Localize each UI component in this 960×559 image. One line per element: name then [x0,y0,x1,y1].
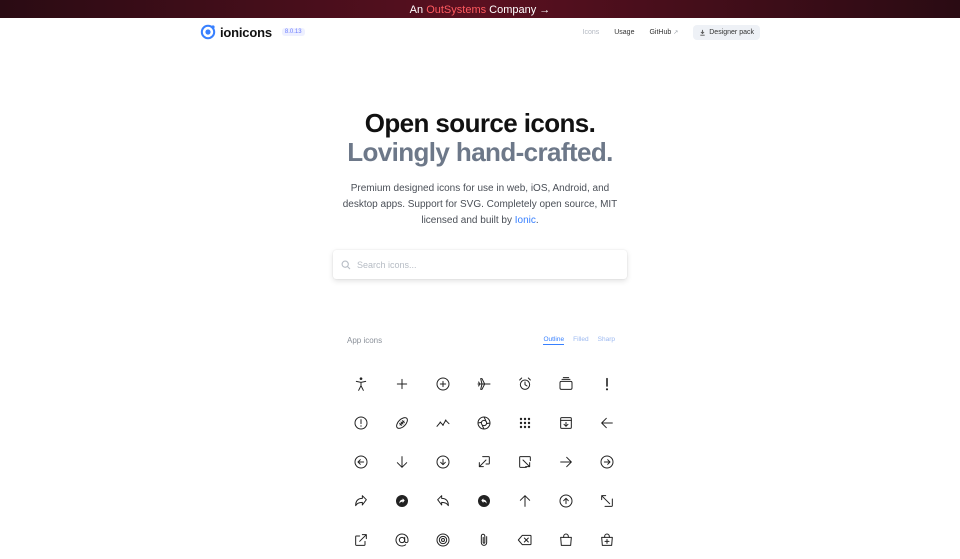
icon-tile[interactable] [381,442,422,481]
designer-pack-button[interactable]: Designer pack [693,24,760,40]
arrow-undo-circle-icon [477,494,490,507]
alert-icon [605,377,608,390]
arrow-down-icon [396,455,407,468]
icon-tile[interactable] [545,364,586,403]
banner-brand: OutSystems [426,4,487,16]
hero-description-text: Premium designed icons for use in web, i… [342,183,618,226]
icon-tile[interactable] [340,481,381,520]
banner-suffix: Company → [489,4,551,16]
ionicons-logo[interactable]: ionicons [200,24,272,40]
search-input[interactable] [357,259,607,270]
icon-tile[interactable] [381,403,422,442]
arrow-undo-icon [436,494,449,506]
icon-grid [340,364,626,559]
arrow-down-circle-icon [436,455,449,468]
nav-link-usage[interactable]: Usage [614,29,634,36]
announcement-banner[interactable]: An OutSystems Company → [0,0,960,18]
icon-tile[interactable] [381,481,422,520]
icon-tile[interactable] [504,481,545,520]
arrow-up-icon [519,494,530,507]
filter-outline[interactable]: Outline [543,336,565,345]
airplane-icon [477,377,490,390]
hero-description-end: . [535,215,539,226]
icon-tile[interactable] [422,364,463,403]
style-filters: Outline Filled Sharp [543,336,615,345]
search-box [333,250,627,279]
nav-link-icons[interactable]: Icons [583,29,600,36]
icon-tile[interactable] [504,442,545,481]
arrow-up-circle-icon [559,494,572,507]
icon-tile[interactable] [463,442,504,481]
archive-icon [559,416,572,429]
icon-tile[interactable] [545,442,586,481]
filter-sharp[interactable]: Sharp [598,336,615,345]
nav-link-github-label: GitHub [649,28,672,36]
ionic-link[interactable]: Ionic [515,215,536,226]
icon-tile[interactable] [586,442,627,481]
arrow-forward-circle-icon [600,455,613,468]
arrow-down-right-box-icon [518,455,531,468]
arrow-redo-circle-icon [395,494,408,507]
apps-icon [519,417,530,428]
icon-tile[interactable] [381,364,422,403]
icon-tile[interactable] [422,442,463,481]
arrow-back-icon [600,417,613,428]
add-icon [396,378,407,389]
american-football-icon [395,416,408,429]
version-badge: 8.0.13 [281,28,305,36]
nav-links: Icons Usage GitHub ↗ Designer pack [583,24,760,40]
icon-tile[interactable] [340,364,381,403]
logo-text: ionicons [220,24,272,40]
albums-icon [559,376,572,390]
arrow-up-left-box-icon [600,494,613,507]
hero: Open source icons. Lovingly hand-crafted… [0,108,960,166]
alarm-icon [518,377,531,390]
icon-tile[interactable] [340,403,381,442]
filter-filled[interactable]: Filled [573,336,589,345]
icon-tile[interactable] [586,403,627,442]
arrow-redo-icon [354,494,367,506]
alert-circle-icon [354,416,367,429]
accessibility-icon [355,376,366,391]
icon-tile[interactable] [463,364,504,403]
arrow-back-circle-icon [354,455,367,468]
hero-title: Open source icons. [364,108,596,138]
analytics-icon [436,419,449,427]
nav-link-github[interactable]: GitHub ↗ [649,29,678,36]
hero-subtitle: Lovingly hand-crafted. [347,137,613,167]
download-icon [700,29,705,36]
search-icon [341,260,351,269]
icon-tile[interactable] [340,442,381,481]
icon-tile[interactable] [504,364,545,403]
icon-tile[interactable] [422,481,463,520]
section-header: App icons Outline Filled Sharp [347,334,615,346]
ionicons-logo-icon [200,24,216,40]
banner-prefix: An [409,4,424,16]
designer-pack-label: Designer pack [709,28,754,36]
section-title: App icons [347,335,383,345]
arrow-forward-icon [559,456,572,467]
icon-tile[interactable] [463,481,504,520]
icon-tile[interactable] [463,403,504,442]
icon-tile[interactable] [586,481,627,520]
top-nav: ionicons 8.0.13 Icons Usage GitHub ↗ Des… [200,22,760,42]
aperture-icon [477,416,490,429]
external-link-icon: ↗ [673,29,679,36]
icon-tile[interactable] [545,481,586,520]
arrow-down-left-box-icon [478,455,490,467]
icon-tile[interactable] [586,364,627,403]
add-circle-icon [436,377,449,390]
icon-tile[interactable] [422,403,463,442]
icon-tile[interactable] [504,403,545,442]
icon-tile[interactable] [545,403,586,442]
hero-description: Premium designed icons for use in web, i… [340,181,620,229]
